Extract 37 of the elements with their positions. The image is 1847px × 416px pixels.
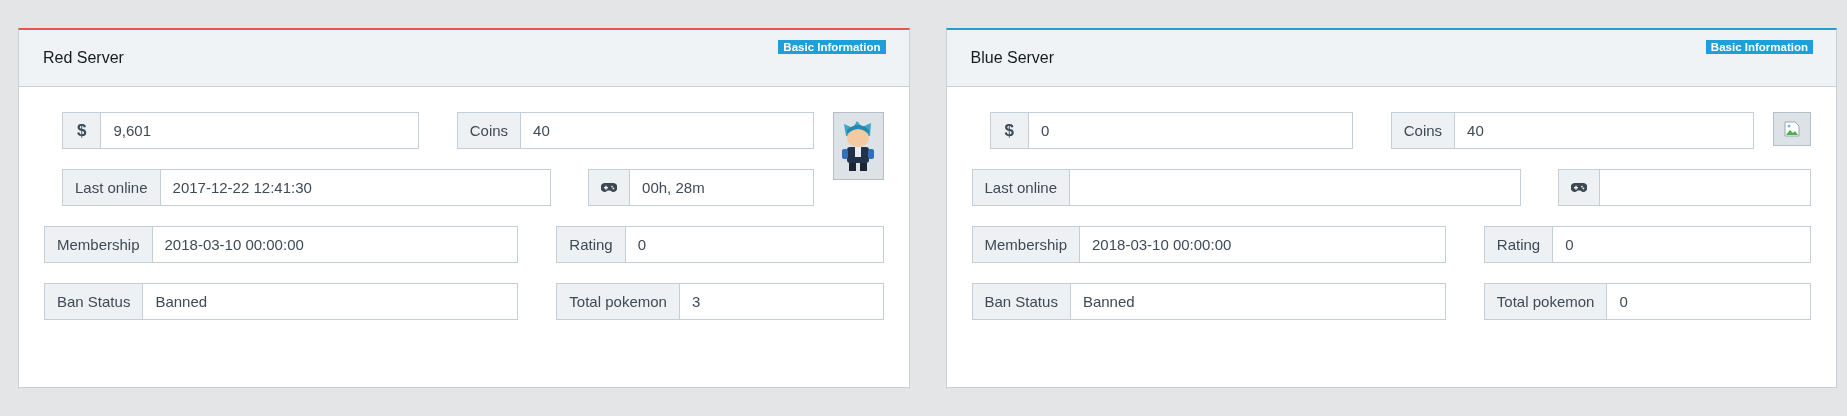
currency-label: $ xyxy=(62,112,102,149)
value-field[interactable]: 00h, 28m xyxy=(630,169,814,206)
gamepad-icon xyxy=(601,182,618,193)
field-label: Rating xyxy=(556,226,626,263)
value-field[interactable]: 9,601 xyxy=(101,112,419,149)
info-badge: Basic Information xyxy=(778,40,886,54)
value-field[interactable]: 2018-03-10 00:00:00 xyxy=(1080,226,1446,263)
currency-label: $ xyxy=(989,112,1029,149)
field-label: Coins xyxy=(1390,112,1456,149)
value-field[interactable]: 3 xyxy=(679,283,884,320)
field-label: Coins xyxy=(456,112,522,149)
broken-image-icon xyxy=(1784,121,1800,137)
value-field[interactable]: 2017-12-22 12:41:30 xyxy=(160,169,552,206)
field-label: Last online xyxy=(971,169,1071,206)
value-field[interactable] xyxy=(1070,169,1521,206)
value-field[interactable]: 0 xyxy=(1553,226,1811,263)
field-label: Ban Status xyxy=(971,283,1071,320)
value-field[interactable]: 40 xyxy=(1455,112,1754,149)
value-field[interactable]: Banned xyxy=(1070,283,1446,320)
value-field[interactable]: 0 xyxy=(625,226,884,263)
field-label: Rating xyxy=(1483,226,1554,263)
value-field[interactable]: 2018-03-10 00:00:00 xyxy=(152,226,519,263)
field-label: Total pokemon xyxy=(556,283,680,320)
value-field[interactable]: Banned xyxy=(143,283,519,320)
value-field[interactable]: 40 xyxy=(521,112,814,149)
field-label: Last online xyxy=(62,169,161,206)
value-field[interactable]: 0 xyxy=(1607,283,1811,320)
field-label: Total pokemon xyxy=(1483,283,1608,320)
field-label: Membership xyxy=(44,226,153,263)
info-badge: Basic Information xyxy=(1705,40,1813,54)
gamepad-icon xyxy=(1570,182,1587,193)
value-field[interactable] xyxy=(1599,169,1811,206)
field-label: Ban Status xyxy=(44,283,144,320)
field-label: Membership xyxy=(971,226,1081,263)
card-title: Red Server xyxy=(43,49,124,67)
card-title: Blue Server xyxy=(970,49,1055,67)
value-field[interactable]: 0 xyxy=(1028,112,1353,149)
